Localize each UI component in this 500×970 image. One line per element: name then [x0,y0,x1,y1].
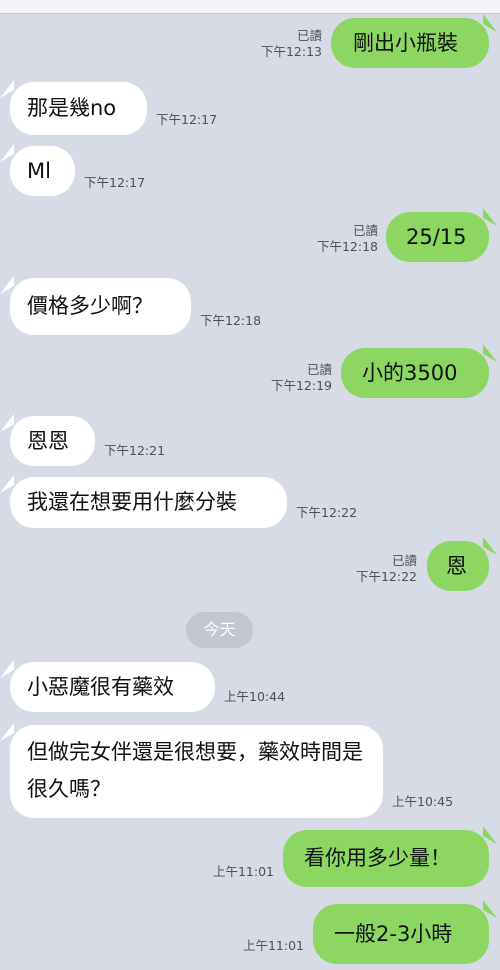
message-bubble-outgoing[interactable]: 恩 [427,541,489,591]
message-meta: 已讀 下午12:18 [306,223,378,255]
message-time: 上午10:45 [392,794,454,809]
message-time: 上午10:44 [224,689,286,704]
message-bubble-incoming[interactable]: 那是幾no [10,82,147,135]
message-time: 下午12:17 [84,175,146,190]
message-bubble-outgoing[interactable]: 看你用多少量！ [283,830,489,887]
message-bubble-incoming[interactable]: 但做完女伴還是很想要，藥效時間是很久嗎？ [10,725,383,818]
message-time: 下午12:22 [296,505,358,520]
message-time: 上午11:01 [242,938,304,953]
date-divider: 今天 [186,612,253,648]
message-time: 下午12:17 [156,112,218,127]
message-time: 上午11:01 [212,864,274,879]
read-receipt: 已讀 [391,553,417,568]
message-meta: 已讀 下午12:13 [250,28,322,60]
read-receipt: 已讀 [306,362,332,377]
message-bubble-incoming[interactable]: 恩恩 [10,416,95,466]
message-time: 下午12:13 [260,44,322,59]
message-bubble-outgoing[interactable]: 剛出小瓶裝 [331,18,489,68]
message-bubble-incoming[interactable]: 小惡魔很有藥效 [10,662,215,712]
message-bubble-outgoing[interactable]: 一般2-3小時 [313,904,489,964]
message-bubble-incoming[interactable]: 我還在想要用什麼分裝 [10,477,287,528]
message-meta: 已讀 下午12:19 [260,362,332,394]
message-bubble-incoming[interactable]: 價格多少啊？ [10,278,191,335]
message-time: 下午12:22 [355,569,417,584]
read-receipt: 已讀 [296,28,322,43]
status-bar [0,0,500,14]
read-receipt: 已讀 [352,223,378,238]
message-time: 下午12:18 [200,313,262,328]
message-bubble-outgoing[interactable]: 小的3500 [341,348,489,398]
message-time: 下午12:21 [104,443,166,458]
message-bubble-outgoing[interactable]: 25/15 [386,212,489,262]
message-meta: 已讀 下午12:22 [345,553,417,585]
message-time: 下午12:18 [316,239,378,254]
message-bubble-incoming[interactable]: Ml [10,146,75,196]
message-time: 下午12:19 [270,378,332,393]
